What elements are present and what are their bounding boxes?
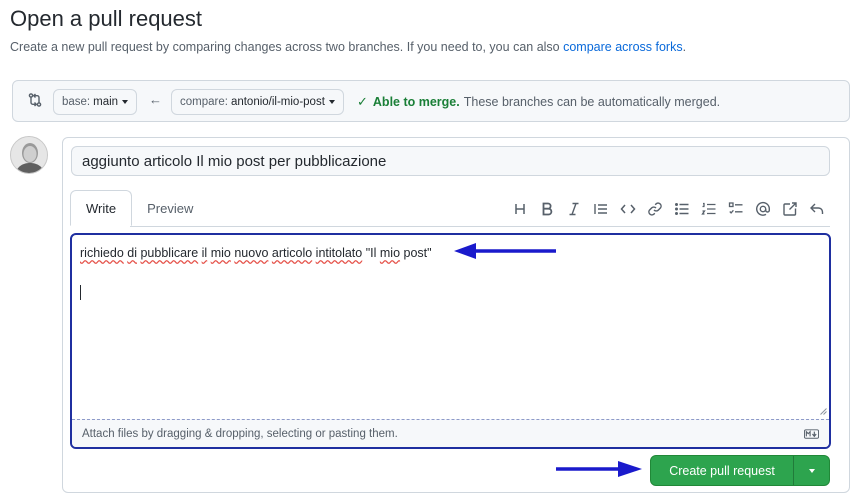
chevron-down-icon xyxy=(122,100,129,104)
attach-files-bar[interactable]: Attach files by dragging & dropping, sel… xyxy=(72,419,829,447)
check-icon: ✓ xyxy=(357,94,368,109)
text-cursor xyxy=(80,285,81,300)
merge-detail-text: These branches can be automatically merg… xyxy=(463,95,721,109)
italic-icon[interactable] xyxy=(560,199,587,219)
git-compare-icon xyxy=(28,93,42,107)
tab-preview[interactable]: Preview xyxy=(132,190,208,226)
compare-value: antonio/il-mio-post xyxy=(230,96,325,108)
compare-across-forks-link[interactable]: compare across forks xyxy=(563,40,682,54)
reference-icon[interactable] xyxy=(776,199,803,219)
base-value: main xyxy=(93,96,119,108)
page-title: Open a pull request xyxy=(10,6,203,31)
create-pull-request-button[interactable]: Create pull request xyxy=(651,456,793,485)
page-subtitle: Create a new pull request by comparing c… xyxy=(10,40,686,54)
mention-icon[interactable] xyxy=(749,199,776,219)
pr-title-input[interactable] xyxy=(71,146,830,176)
markdown-icon xyxy=(804,429,819,439)
markdown-toolbar xyxy=(506,199,830,219)
task-list-icon[interactable] xyxy=(722,199,749,219)
reply-icon[interactable] xyxy=(803,199,830,219)
pr-body-text: richiedo di pubblicare il mio nuovo arti… xyxy=(80,246,432,260)
avatar[interactable] xyxy=(10,136,48,174)
heading-icon[interactable] xyxy=(506,199,533,219)
compare-range-bar: base: main ← compare: antonio/il-mio-post … xyxy=(12,80,850,122)
annotation-arrow-left xyxy=(454,243,556,259)
chevron-down-icon xyxy=(328,100,335,104)
subtitle-suffix: . xyxy=(682,40,687,54)
unordered-list-icon[interactable] xyxy=(668,199,695,219)
chevron-down-icon xyxy=(808,468,815,473)
body-word: nuovo xyxy=(234,246,269,260)
user-portrait-icon xyxy=(11,137,47,173)
pr-body-textarea[interactable]: richiedo di pubblicare il mio nuovo arti… xyxy=(70,233,831,449)
body-word: "Il xyxy=(365,246,377,260)
body-word: richiedo xyxy=(80,246,124,260)
arrow-left-icon: ← xyxy=(149,92,162,107)
body-word: intitolato xyxy=(315,246,363,260)
create-pull-request-button-group: Create pull request xyxy=(650,455,830,486)
link-icon[interactable] xyxy=(641,199,668,219)
merge-status: ✓ Able to merge. These branches can be a… xyxy=(357,94,720,110)
base-label: base: xyxy=(62,96,91,108)
compare-branch-button[interactable]: compare: antonio/il-mio-post xyxy=(171,89,344,115)
quote-icon[interactable] xyxy=(587,199,614,219)
compare-label: compare: xyxy=(180,96,228,108)
ordered-list-icon[interactable] xyxy=(695,199,722,219)
attach-files-text: Attach files by dragging & dropping, sel… xyxy=(82,428,398,440)
body-word: post" xyxy=(403,246,432,260)
tab-divider xyxy=(130,226,830,227)
resize-handle-icon[interactable] xyxy=(819,407,827,415)
editor-tabs: Write Preview xyxy=(70,190,208,226)
body-word: il xyxy=(201,246,208,260)
subtitle-text: Create a new pull request by comparing c… xyxy=(10,40,564,54)
bold-icon[interactable] xyxy=(533,199,560,219)
merge-ok-text: Able to merge. xyxy=(372,95,460,109)
body-word: articolo xyxy=(271,246,313,260)
body-word: mio xyxy=(379,246,401,260)
body-word: pubblicare xyxy=(140,246,199,260)
annotation-arrow-right xyxy=(556,461,642,477)
tab-write[interactable]: Write xyxy=(70,190,133,226)
create-options-dropdown[interactable] xyxy=(794,456,829,485)
base-branch-button[interactable]: base: main xyxy=(53,89,138,115)
body-word: mio xyxy=(210,246,231,260)
body-word: di xyxy=(127,246,137,260)
code-icon[interactable] xyxy=(614,199,641,219)
